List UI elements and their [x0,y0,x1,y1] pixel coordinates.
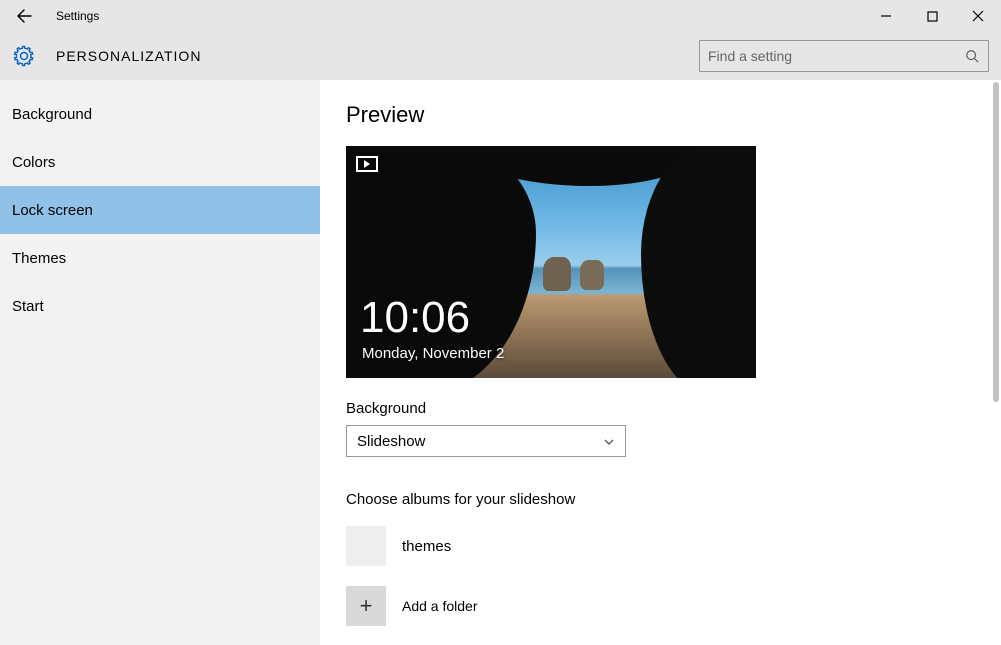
search-icon [964,48,980,64]
album-thumbnail [346,526,386,566]
arrow-left-icon [16,8,32,24]
add-folder-button[interactable]: + Add a folder [346,586,961,626]
sidebar-item-label: Background [12,106,92,123]
chevron-down-icon [603,435,615,447]
background-label: Background [346,400,961,417]
sidebar-item-label: Lock screen [12,202,93,219]
slideshow-indicator-icon [356,156,378,172]
close-icon [972,10,984,22]
lock-screen-time: 10:06 [360,296,470,340]
preview-heading: Preview [346,102,961,128]
back-button[interactable] [0,0,48,32]
sidebar: Background Colors Lock screen Themes Sta… [0,80,320,645]
sidebar-item-colors[interactable]: Colors [0,138,320,186]
search-input[interactable] [708,48,964,64]
section-title: PERSONALIZATION [56,48,201,64]
sidebar-item-lock-screen[interactable]: Lock screen [0,186,320,234]
sidebar-item-background[interactable]: Background [0,90,320,138]
sidebar-item-label: Start [12,298,44,315]
maximize-icon [927,11,938,22]
minimize-icon [880,10,892,22]
background-dropdown-value: Slideshow [357,433,425,450]
scrollbar-thumb[interactable] [993,82,999,402]
album-row[interactable]: themes [346,526,961,566]
titlebar: Settings [0,0,1001,32]
lock-screen-preview: 10:06 Monday, November 2 [346,146,756,378]
sidebar-item-start[interactable]: Start [0,282,320,330]
album-name: themes [402,538,451,555]
albums-label: Choose albums for your slideshow [346,491,961,508]
maximize-button[interactable] [909,0,955,32]
minimize-button[interactable] [863,0,909,32]
content: Preview 10:06 Monday, November 2 Backgro… [320,80,991,645]
add-folder-label: Add a folder [402,598,478,614]
body: Background Colors Lock screen Themes Sta… [0,80,1001,645]
sidebar-item-label: Themes [12,250,66,267]
header-row: PERSONALIZATION [0,32,1001,80]
sidebar-item-themes[interactable]: Themes [0,234,320,282]
plus-icon: + [346,586,386,626]
window-title: Settings [56,9,99,23]
content-wrap: Preview 10:06 Monday, November 2 Backgro… [320,80,1001,645]
settings-gear[interactable] [0,45,48,67]
background-dropdown[interactable]: Slideshow [346,425,626,457]
search-box[interactable] [699,40,989,72]
sidebar-item-label: Colors [12,154,55,171]
gear-icon [13,45,35,67]
lock-screen-date: Monday, November 2 [362,345,504,362]
close-button[interactable] [955,0,1001,32]
